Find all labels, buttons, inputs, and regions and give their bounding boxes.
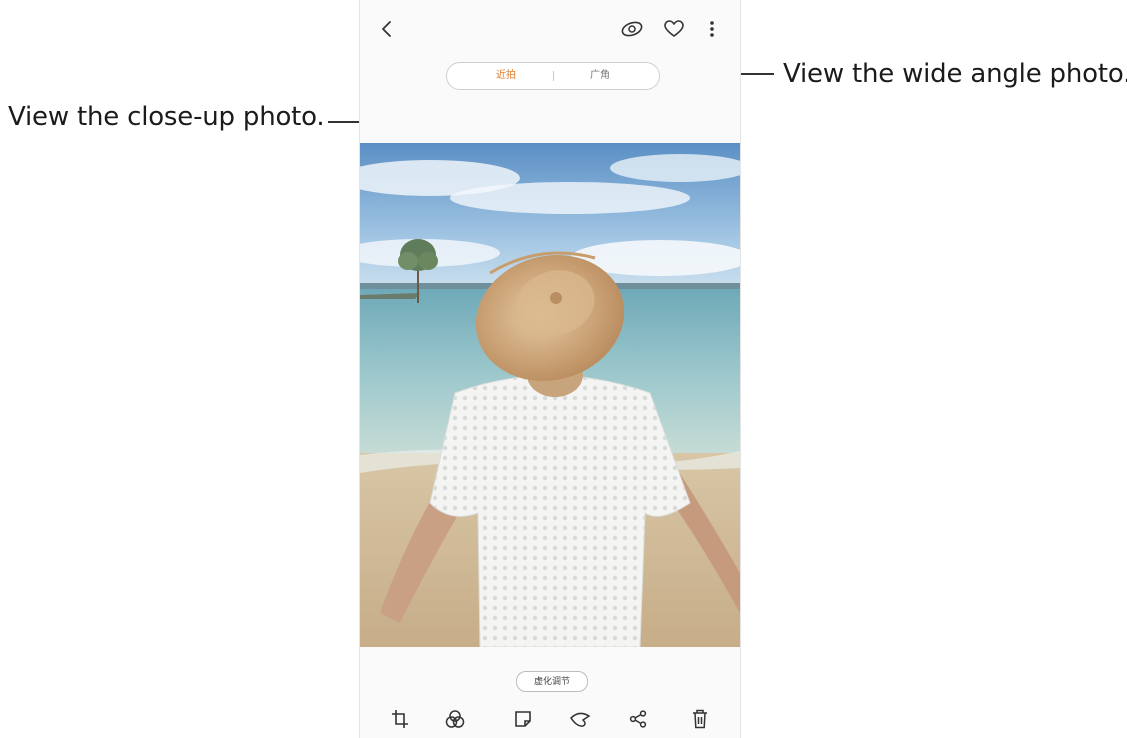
filter-icon[interactable]: [440, 704, 470, 734]
toggle-divider: [553, 71, 554, 81]
dual-lens-icon[interactable]: [617, 14, 647, 44]
share-icon[interactable]: [623, 704, 653, 734]
bottom-toolbar: [360, 700, 740, 736]
tab-wide-angle[interactable]: 广角: [555, 63, 645, 89]
crop-rotate-icon[interactable]: [385, 704, 415, 734]
chevron-left-icon[interactable]: [372, 14, 402, 44]
lens-toggle: 近拍 广角: [446, 62, 660, 90]
annotation-wide-angle: View the wide angle photo.: [783, 59, 1127, 89]
photo-viewer[interactable]: [360, 143, 740, 647]
sticker-icon[interactable]: [508, 704, 538, 734]
tab-close-up[interactable]: 近拍: [461, 63, 551, 89]
adjust-background-button[interactable]: 虚化调节: [516, 671, 588, 692]
beach-photo: [360, 143, 740, 647]
heart-icon[interactable]: [659, 14, 689, 44]
top-bar: [360, 0, 740, 56]
delete-icon[interactable]: [685, 704, 715, 734]
more-vertical-icon[interactable]: [697, 14, 727, 44]
annotation-close-up: View the close-up photo.: [8, 102, 325, 132]
phone-screen: 近拍 广角 虚化调节: [359, 0, 741, 738]
decorate-icon[interactable]: [565, 704, 595, 734]
